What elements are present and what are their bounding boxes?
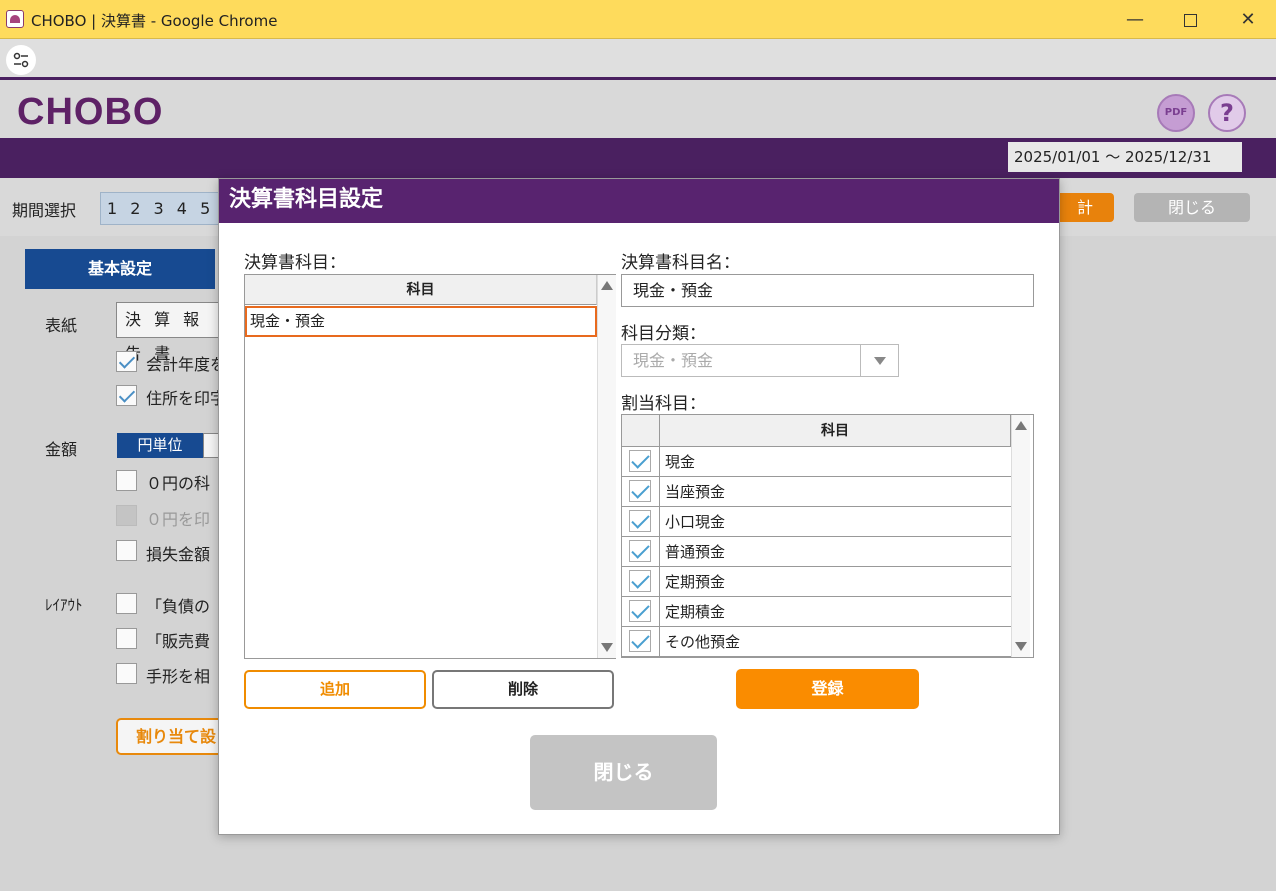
chevron-down-icon[interactable] <box>860 345 898 376</box>
cover-title-input[interactable]: 決 算 報 告 書 <box>116 302 226 363</box>
loss-checkbox[interactable] <box>116 540 137 561</box>
assigned-item-name: 定期積金 <box>665 603 726 621</box>
liabilities-checkbox[interactable] <box>116 593 137 614</box>
notes-checkbox[interactable] <box>116 663 137 684</box>
assigned-item-name: 現金 <box>665 453 696 471</box>
table-row: その他預金 <box>622 627 1011 657</box>
dialog-close-button[interactable]: 閉じる <box>530 735 717 810</box>
category-value: 現金・預金 <box>633 351 714 370</box>
assign-checkbox[interactable] <box>629 510 651 532</box>
zero-items-checkbox[interactable] <box>116 470 137 491</box>
assigned-header: 科目 <box>660 415 1011 447</box>
assign-checkbox[interactable] <box>629 450 651 472</box>
loss-label: 損失金額 <box>146 545 211 564</box>
category-select[interactable]: 現金・預金 <box>621 344 899 377</box>
zero-print-checkbox[interactable] <box>116 505 137 526</box>
period-selector[interactable]: 1 2 3 4 5 <box>100 192 230 225</box>
period-display: 2025/01/01 〜 2025/12/31 <box>1008 142 1242 172</box>
table-row: 小口現金 <box>622 507 1011 537</box>
assigned-items-table: 科目 現金 当座預金 小口現金 普通預金 定期預金 定期積金 その他預金 <box>621 414 1034 658</box>
tab-basic-settings[interactable]: 基本設定 <box>25 249 215 289</box>
help-icon[interactable]: ? <box>1208 94 1246 132</box>
chobo-logo: CHOBO <box>17 91 164 133</box>
window-title: CHOBO | 決算書 - Google Chrome <box>31 12 278 30</box>
unit-yen-toggle[interactable]: 円単位 <box>117 433 203 458</box>
fiscal-year-label: 会計年度を <box>146 355 227 374</box>
table-row: 普通預金 <box>622 537 1011 567</box>
address-label: 住所を印字 <box>146 389 227 408</box>
pdf-icon[interactable]: PDF <box>1157 94 1195 132</box>
zero-print-label: ０円を印 <box>146 510 211 529</box>
zero-items-label: ０円の科 <box>146 474 211 493</box>
assigned-item-name: その他預金 <box>665 633 741 651</box>
close-window-button[interactable]: ✕ <box>1228 6 1268 34</box>
period-select-label: 期間選択 <box>12 201 77 220</box>
scroll-down-icon[interactable] <box>1015 642 1027 651</box>
item-name-input[interactable]: 現金・預金 <box>621 274 1034 307</box>
assign-checkbox[interactable] <box>629 480 651 502</box>
items-label: 決算書科目： <box>244 253 346 273</box>
assign-checkbox[interactable] <box>629 630 651 652</box>
notes-label: 手形を相 <box>146 667 211 686</box>
minimize-button[interactable]: — <box>1115 6 1155 34</box>
assigned-item-name: 定期預金 <box>665 573 726 591</box>
assign-checkbox[interactable] <box>629 600 651 622</box>
table-row: 当座預金 <box>622 477 1011 507</box>
items-list-header: 科目 <box>245 275 597 305</box>
select-all-header <box>622 415 660 447</box>
assigned-item-name: 普通預金 <box>665 543 726 561</box>
assigned-label: 割当科目： <box>621 394 706 414</box>
bg-close-button[interactable]: 閉じる <box>1134 193 1250 222</box>
statement-items-dialog: 決算書科目設定 決算書科目： 科目 現金・預金 決算書科目名： 現金・預金 科目… <box>218 178 1060 835</box>
assign-checkbox[interactable] <box>629 540 651 562</box>
table-row: 定期預金 <box>622 567 1011 597</box>
app-favicon-icon <box>6 10 24 28</box>
assign-settings-button[interactable]: 割り当て設 <box>116 718 226 755</box>
item-name-label: 決算書科目名： <box>621 253 740 273</box>
liabilities-label: 「負債の <box>146 597 211 616</box>
scroll-down-icon[interactable] <box>601 643 613 652</box>
scroll-up-icon[interactable] <box>601 281 613 290</box>
sales-label: 「販売費 <box>146 632 211 651</box>
items-list[interactable]: 科目 現金・預金 <box>244 274 616 659</box>
cover-label: 表紙 <box>45 316 78 335</box>
table-row: 定期積金 <box>622 597 1011 627</box>
items-scrollbar[interactable] <box>597 275 616 658</box>
dialog-title: 決算書科目設定 <box>219 179 1059 223</box>
address-checkbox[interactable] <box>116 385 137 406</box>
assigned-item-name: 小口現金 <box>665 513 726 531</box>
assigned-item-name: 当座預金 <box>665 483 726 501</box>
category-label: 科目分類： <box>621 324 706 344</box>
scroll-up-icon[interactable] <box>1015 421 1027 430</box>
table-row: 現金 <box>622 447 1011 477</box>
amount-label: 金額 <box>45 440 78 459</box>
list-item[interactable]: 現金・預金 <box>245 306 597 337</box>
sales-checkbox[interactable] <box>116 628 137 649</box>
add-button[interactable]: 追加 <box>244 670 426 709</box>
assigned-scrollbar[interactable] <box>1011 415 1030 657</box>
maximize-button[interactable] <box>1170 6 1210 34</box>
fiscal-year-checkbox[interactable] <box>116 351 137 372</box>
site-settings-icon[interactable] <box>6 45 36 75</box>
register-button[interactable]: 登録 <box>736 669 919 709</box>
layout-label: ﾚｲｱｳﾄ <box>45 596 83 614</box>
delete-button[interactable]: 削除 <box>432 670 614 709</box>
browser-titlebar: CHOBO | 決算書 - Google Chrome — ✕ <box>0 0 1276 39</box>
calc-button[interactable]: 計 <box>1056 193 1114 222</box>
browser-address-strip <box>0 39 1276 80</box>
app-header: CHOBO PDF ? <box>0 83 1276 138</box>
assign-checkbox[interactable] <box>629 570 651 592</box>
